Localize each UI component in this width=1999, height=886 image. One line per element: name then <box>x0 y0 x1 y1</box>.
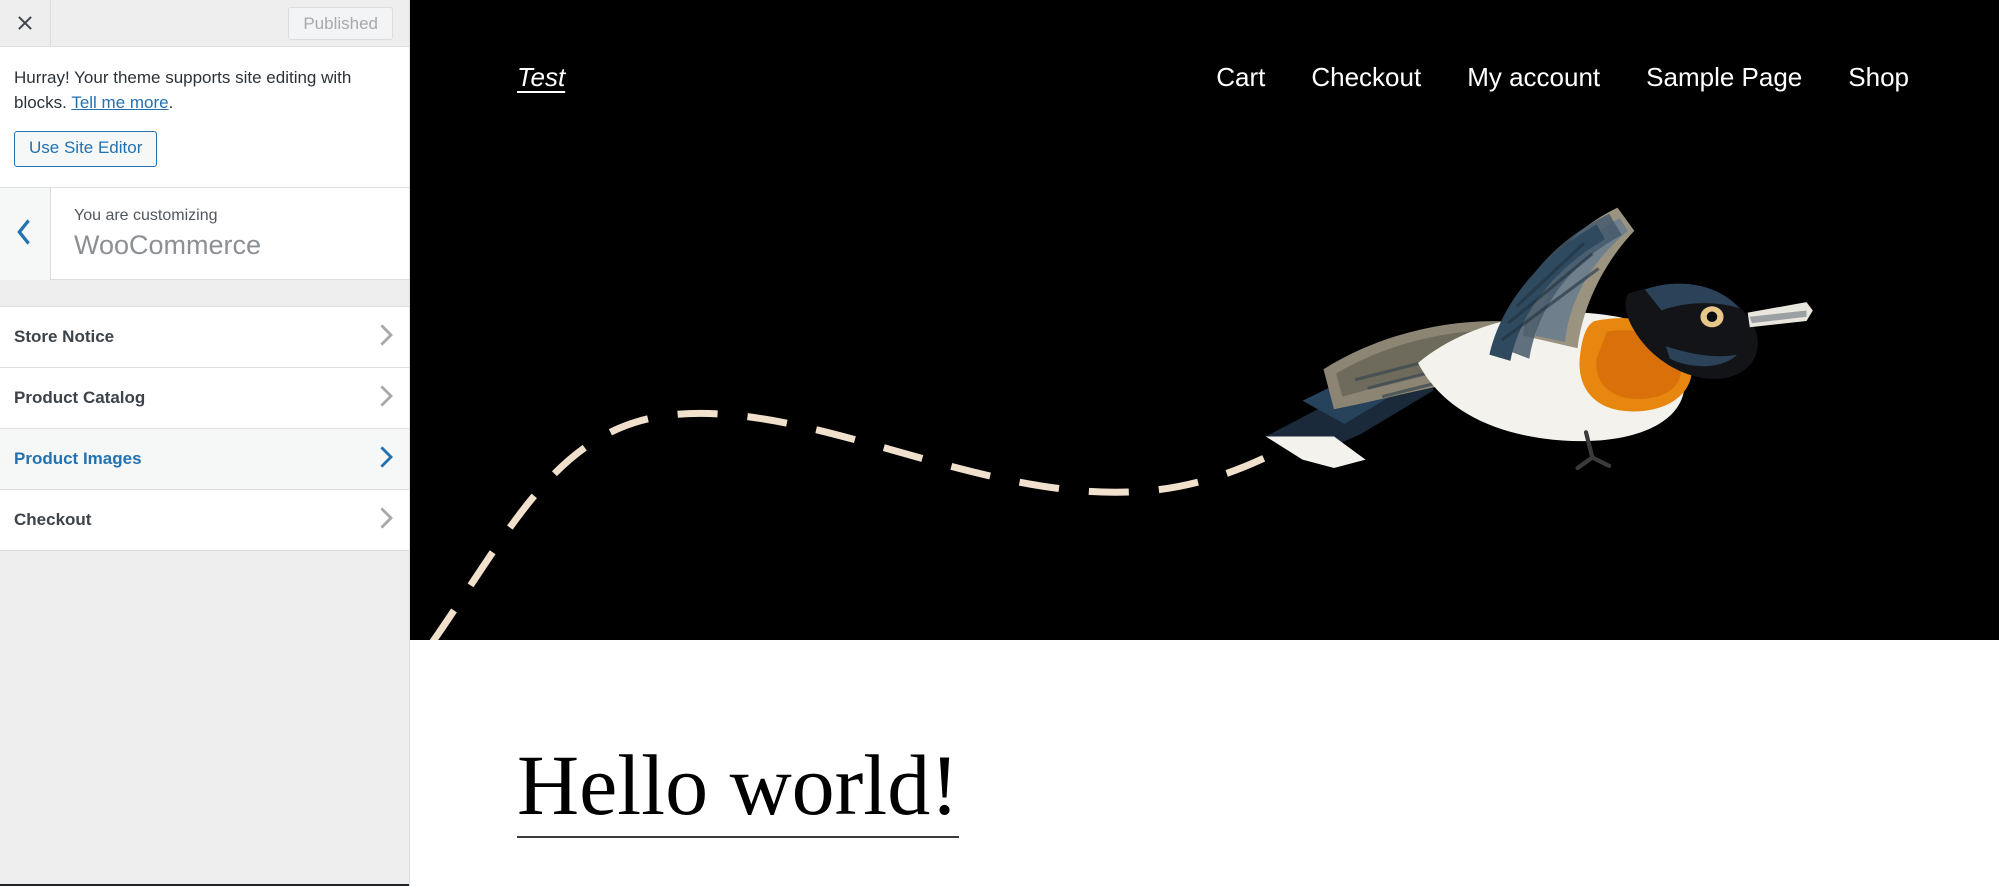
publish-button[interactable]: Published <box>288 6 393 40</box>
site-preview[interactable]: Test Cart Checkout My account Sample Pag… <box>410 0 1999 886</box>
site-content: Hello world! <box>410 640 1999 839</box>
dashed-flight-path <box>429 388 1392 640</box>
use-site-editor-button[interactable]: Use Site Editor <box>14 131 158 167</box>
nav-link-shop[interactable]: Shop <box>1848 62 1909 93</box>
nav-link-checkout[interactable]: Checkout <box>1311 62 1421 93</box>
nav-link-my-account[interactable]: My account <box>1467 62 1600 93</box>
flying-bird-illustration <box>429 207 1813 640</box>
post-title[interactable]: Hello world! <box>517 740 959 839</box>
chevron-right-icon <box>379 445 395 474</box>
chevron-right-icon <box>379 384 395 413</box>
sidebar-item-product-catalog[interactable]: Product Catalog <box>0 368 409 429</box>
nav-link-cart[interactable]: Cart <box>1216 62 1265 93</box>
tell-me-more-link[interactable]: Tell me more <box>71 93 168 112</box>
notice-text-after-link: . <box>168 93 174 113</box>
site-title[interactable]: Test <box>517 62 565 93</box>
site-header-bar: Test Cart Checkout My account Sample Pag… <box>410 0 1999 93</box>
site-hero-header: Test Cart Checkout My account Sample Pag… <box>410 0 1999 640</box>
chevron-right-icon <box>379 323 395 352</box>
panel-title-wrap: You are customizing WooCommerce <box>51 206 261 261</box>
customizer-sidebar: Published Hurray! Your theme supports si… <box>0 0 410 886</box>
header-spacer <box>51 0 288 46</box>
back-button[interactable] <box>0 187 51 280</box>
chevron-right-icon <box>379 506 395 535</box>
panel-title: WooCommerce <box>74 229 262 260</box>
sidebar-item-product-images[interactable]: Product Images <box>0 429 409 490</box>
close-customizer-button[interactable] <box>0 0 51 46</box>
panel-eyebrow: You are customizing <box>74 206 218 224</box>
sidebar-item-label: Checkout <box>14 510 92 529</box>
customizer-app: Published Hurray! Your theme supports si… <box>0 0 1999 886</box>
nav-link-sample-page[interactable]: Sample Page <box>1646 62 1802 93</box>
primary-navigation: Cart Checkout My account Sample Page Sho… <box>1216 62 1937 93</box>
chevron-left-icon <box>16 219 34 248</box>
sidebar-item-store-notice[interactable]: Store Notice <box>0 307 409 368</box>
close-icon <box>15 13 35 33</box>
list-top-gap <box>0 280 409 307</box>
customizing-panel-header: You are customizing WooCommerce <box>0 187 409 280</box>
sidebar-item-checkout[interactable]: Checkout <box>0 490 409 551</box>
notice-text: Hurray! Your theme supports site editing… <box>14 65 374 115</box>
customizer-header-bar: Published <box>0 0 409 46</box>
sidebar-item-label: Product Catalog <box>14 388 146 407</box>
notice-text-before-link: Hurray! Your theme supports site editing… <box>14 68 352 113</box>
sidebar-item-label: Product Images <box>14 449 142 468</box>
section-list: Store Notice Product Catalog Product Ima… <box>0 307 409 551</box>
site-editor-notice: Hurray! Your theme supports site editing… <box>0 46 409 188</box>
sidebar-empty-area <box>0 551 409 884</box>
sidebar-item-label: Store Notice <box>14 327 115 346</box>
